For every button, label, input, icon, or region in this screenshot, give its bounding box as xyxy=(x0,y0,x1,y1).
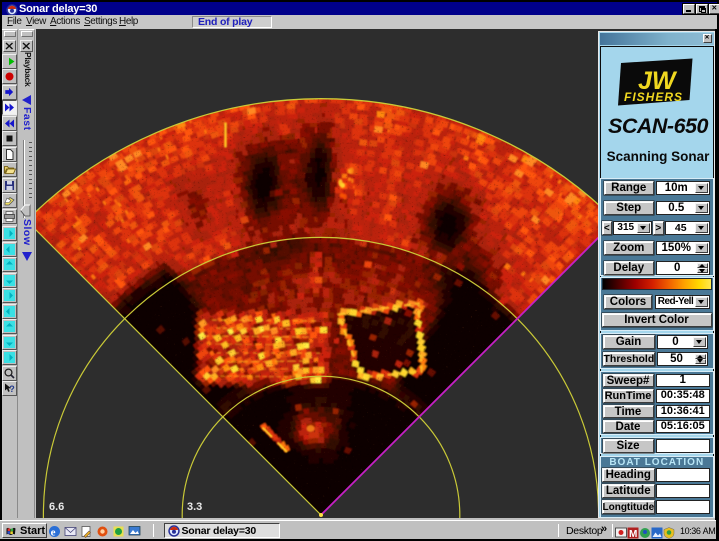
svg-text:M: M xyxy=(629,528,637,538)
svg-text:?: ? xyxy=(9,384,15,394)
svg-text:3.3: 3.3 xyxy=(187,501,202,513)
svg-text:Scanning Sonar: Scanning Sonar xyxy=(606,149,710,164)
svg-text:e: e xyxy=(51,526,56,538)
svg-text:FISHERS: FISHERS xyxy=(624,90,683,104)
svg-text:6.6: 6.6 xyxy=(49,501,64,513)
svg-text:SCAN-650: SCAN-650 xyxy=(608,114,708,138)
